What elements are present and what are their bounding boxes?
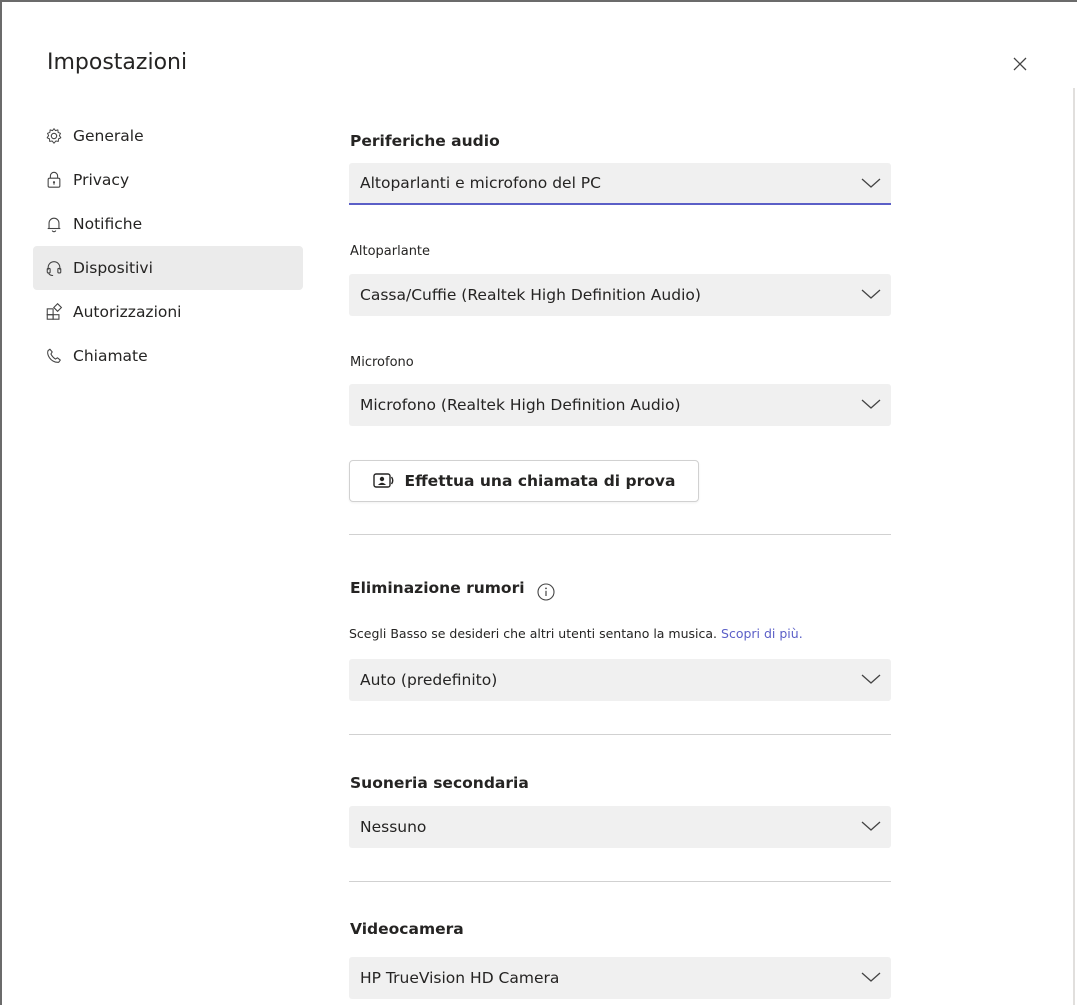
bell-icon — [45, 215, 63, 233]
divider — [349, 734, 891, 735]
gear-icon — [45, 127, 63, 145]
audio-device-select[interactable]: Altoparlanti e microfono del PC — [349, 163, 891, 205]
noise-description: Scegli Basso se desideri che altri utent… — [349, 626, 803, 641]
speaker-value: Cassa/Cuffie (Realtek High Definition Au… — [360, 286, 701, 304]
secondary-ringer-value: Nessuno — [360, 818, 427, 836]
test-call-button[interactable]: Effettua una chiamata di prova — [349, 460, 699, 502]
divider — [349, 534, 891, 535]
nav-item-dispositivi[interactable]: Dispositivi — [33, 246, 303, 290]
noise-suppression-select[interactable]: Auto (predefinito) — [349, 659, 891, 701]
nav-label-generale: Generale — [73, 127, 144, 145]
divider — [349, 881, 891, 882]
test-call-icon — [372, 473, 393, 488]
noise-suppression-value: Auto (predefinito) — [360, 671, 498, 689]
noise-description-text: Scegli Basso se desideri che altri utent… — [349, 626, 718, 641]
camera-heading: Videocamera — [350, 920, 464, 938]
chevron-down-icon — [861, 399, 881, 409]
dialog-title: Impostazioni — [47, 50, 188, 75]
nav-item-autorizzazioni[interactable]: Autorizzazioni — [33, 290, 303, 334]
mic-select[interactable]: Microfono (Realtek High Definition Audio… — [349, 384, 891, 426]
nav-label-autorizzazioni: Autorizzazioni — [73, 303, 182, 321]
secondary-ringer-select[interactable]: Nessuno — [349, 806, 891, 848]
mic-value: Microfono (Realtek High Definition Audio… — [360, 396, 681, 414]
apps-icon — [45, 303, 63, 321]
mic-label: Microfono — [350, 355, 414, 370]
close-icon[interactable] — [1008, 52, 1032, 76]
nav-item-chiamate[interactable]: Chiamate — [33, 334, 303, 378]
noise-suppression-heading: Eliminazione rumori — [350, 579, 525, 597]
nav-item-privacy[interactable]: Privacy — [33, 158, 303, 202]
nav-label-dispositivi: Dispositivi — [73, 259, 153, 277]
chevron-down-icon — [861, 821, 881, 831]
chevron-down-icon — [861, 972, 881, 982]
learn-more-link[interactable]: Scopri di più. — [721, 626, 803, 641]
secondary-ringer-heading: Suoneria secondaria — [350, 774, 529, 792]
chevron-down-icon — [861, 289, 881, 299]
nav-label-chiamate: Chiamate — [73, 347, 148, 365]
audio-device-value: Altoparlanti e microfono del PC — [360, 174, 601, 192]
scrollbar[interactable] — [1073, 88, 1075, 1005]
headset-icon — [45, 259, 63, 277]
chevron-down-icon — [861, 178, 881, 188]
test-call-label: Effettua una chiamata di prova — [404, 472, 676, 490]
chevron-down-icon — [861, 674, 881, 684]
audio-devices-heading: Periferiche audio — [350, 132, 500, 150]
lock-icon — [45, 171, 63, 189]
camera-value: HP TrueVision HD Camera — [360, 969, 560, 987]
nav-label-notifiche: Notifiche — [73, 215, 143, 233]
settings-nav: Generale Privacy Notifiche Dispositivi A… — [33, 114, 303, 378]
speaker-label: Altoparlante — [350, 244, 431, 259]
phone-icon — [45, 347, 63, 365]
speaker-select[interactable]: Cassa/Cuffie (Realtek High Definition Au… — [349, 274, 891, 316]
camera-select[interactable]: HP TrueVision HD Camera — [349, 957, 891, 999]
nav-item-generale[interactable]: Generale — [33, 114, 303, 158]
nav-label-privacy: Privacy — [73, 171, 130, 189]
info-icon[interactable] — [537, 583, 555, 601]
nav-item-notifiche[interactable]: Notifiche — [33, 202, 303, 246]
